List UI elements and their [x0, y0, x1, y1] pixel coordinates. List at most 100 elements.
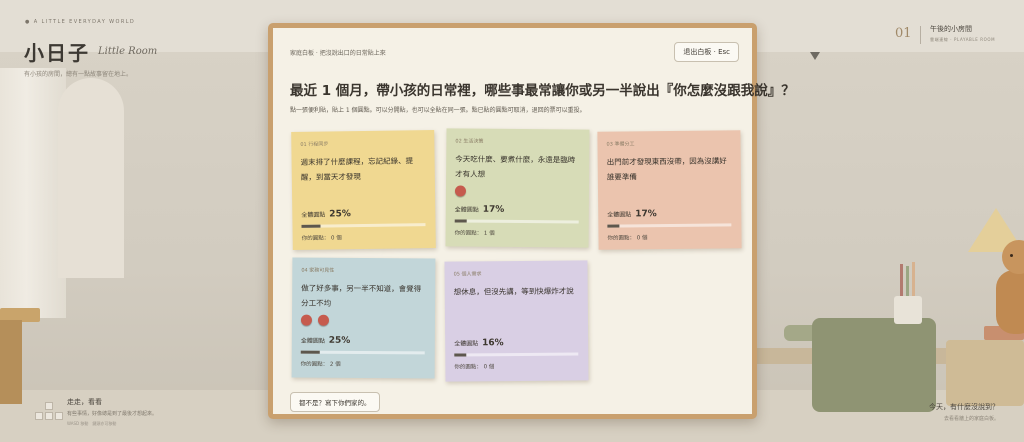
my-dots-readout: 你的圓點： 2 個 [301, 360, 341, 368]
teddy-bear-eye [1010, 254, 1013, 257]
vote-share-fill [300, 350, 320, 354]
note-text: 做了好多事，另一半不知道，會覺得分工不均 [301, 283, 422, 308]
note-text: 想休息，但沒先講，等到快爆炸才說 [453, 286, 574, 297]
room-number: 01 [895, 26, 912, 41]
my-dots-label: 你的圓點： [300, 361, 329, 368]
key-d-icon [55, 412, 63, 420]
total-dots-readout: 全體圓點 16% [454, 338, 504, 348]
exit-whiteboard-button[interactable]: 退出白板 · Esc [674, 42, 739, 62]
key-a-icon [35, 412, 43, 420]
window-arch [58, 78, 124, 278]
total-dots-label: 全體圓點 [607, 211, 632, 219]
my-dots-unit: 個 [335, 361, 341, 368]
my-dots-count: 1 [483, 230, 488, 237]
corner-prompt-title: 今天，有什麼沒說到？ [929, 403, 999, 411]
teddy-bear-head [1002, 240, 1024, 274]
sticky-note-preparation[interactable]: 03 準備分工 出門前才發現東西沒帶，因為沒講好誰要準備 全體圓點 17% 你的… [597, 130, 742, 250]
my-dots-label: 你的圓點： [454, 230, 483, 237]
my-dots-unit: 個 [641, 235, 648, 242]
key-w-icon [45, 402, 53, 410]
total-dots-readout: 全體圓點 17% [454, 204, 505, 215]
note-tag: 04 家務可見性 [301, 267, 335, 274]
placed-dot[interactable] [300, 314, 313, 326]
voting-instructions: 點一張便利貼，貼上 1 個圓點。可以分開貼，也可以全貼在同一張。點已貼的圓點可取… [290, 107, 586, 114]
vote-share-fill [607, 224, 620, 228]
brand-tagline: ● A LITTLE EVERYDAY WORLD [25, 19, 136, 25]
brand-title: 小日子 [24, 41, 90, 65]
total-dots-label: 全體圓點 [300, 337, 325, 345]
total-dots-percent: 16% [482, 338, 504, 349]
note-text: 週末排了什麼課程，忘記紀錄、提醒，到當天才發現 [300, 156, 414, 182]
my-dots-readout: 你的圓點： 0 個 [302, 233, 342, 242]
walk-description: 有些事情，好像總是到了最後才想起來。 [67, 411, 158, 417]
note-text: 出門前才發現東西沒帶，因為沒講好誰要準備 [606, 156, 727, 182]
placed-dot[interactable] [454, 185, 467, 197]
pencil-icon [900, 264, 903, 298]
my-dots-unit: 個 [488, 364, 495, 371]
sticky-note-chores[interactable]: 04 家務可見性 做了好多事，另一半不知道，會覺得分工不均 全體圓點 25% 你… [291, 257, 436, 379]
total-dots-readout: 全體圓點 25% [301, 336, 351, 346]
my-dots-unit: 個 [336, 235, 342, 242]
total-dots-percent: 25% [329, 209, 351, 220]
corner-prompt-subtitle: 去看看牆上的家庭白板。 [943, 416, 999, 422]
vote-share-fill [301, 224, 321, 228]
key-s-icon [45, 412, 53, 420]
room-subtitle: 雲端連線 · PLAYABLE ROOM [930, 37, 996, 42]
note-tag: 05 個人需求 [453, 271, 482, 278]
my-dots-label: 你的圓點： [301, 235, 330, 242]
sticky-note-personal-needs[interactable]: 05 個人需求 想休息，但沒先講，等到快爆炸才說 全體圓點 16% 你的圓點： … [444, 260, 589, 382]
note-tag: 01 行程同步 [300, 141, 329, 148]
sticky-note-decisions[interactable]: 02 生活決策 今天吃什麼、要煮什麼，永遠是臨時才有人想 全體圓點 17% 你的… [445, 128, 590, 248]
note-tag: 02 生活決策 [455, 138, 484, 145]
room-divider [920, 26, 921, 44]
my-dots-readout: 你的圓點： 1 個 [455, 228, 495, 236]
my-dots-readout: 你的圓點： 0 個 [607, 233, 647, 241]
walk-controls-hint: WASD 移動 鍵頭亦可移動 [67, 421, 117, 426]
pencil-icon [906, 266, 909, 298]
total-dots-label: 全體圓點 [454, 340, 479, 348]
vote-share-bar [300, 350, 425, 355]
vote-share-fill [454, 219, 468, 223]
pencil-cup [894, 296, 922, 324]
placed-dots [300, 314, 426, 328]
sticky-note-schedule[interactable]: 01 行程同步 週末排了什麼課程，忘記紀錄、提醒，到當天才發現 全體圓點 25%… [291, 130, 436, 250]
total-dots-label: 全體圓點 [454, 206, 479, 214]
drawer [946, 340, 1024, 406]
movement-keys-icon [35, 402, 63, 420]
note-text: 今天吃什麼、要煮什麼，永遠是臨時才有人想 [455, 154, 576, 179]
my-dots-count: 0 [483, 364, 488, 371]
question-title: 最近 1 個月，帶小孩的日常裡，哪些事最常讓你或另一半說出『你怎麼沒跟我說』？ [290, 83, 795, 99]
my-dots-count: 0 [636, 235, 641, 242]
placed-dot[interactable] [317, 314, 330, 326]
vote-share-bar [301, 223, 426, 228]
vote-share-bar [454, 352, 579, 357]
vote-share-bar [607, 223, 732, 228]
breadcrumb: 家庭白板 · 把沒說出口的日常貼上來 [290, 50, 386, 57]
brand-subtitle: Little Room [98, 46, 158, 57]
vote-share-fill [454, 353, 467, 357]
my-dots-unit: 個 [489, 230, 495, 237]
my-dots-readout: 你的圓點： 0 個 [454, 362, 494, 370]
my-dots-label: 你的圓點： [454, 364, 482, 371]
total-dots-percent: 17% [635, 209, 657, 220]
total-dots-readout: 全體圓點 17% [607, 209, 657, 220]
note-tag: 03 準備分工 [606, 141, 635, 148]
walk-title: 走走，看看 [67, 398, 102, 406]
curtain [0, 68, 66, 318]
brand-description: 有小孩的房間，總有一點故事留在地上。 [24, 71, 133, 78]
pennant-icon [810, 52, 820, 60]
placed-dots [454, 185, 580, 198]
teddy-bear-body [996, 270, 1024, 334]
vote-share-bar [454, 219, 579, 224]
total-dots-label: 全體圓點 [301, 211, 326, 219]
my-dots-label: 你的圓點： [607, 235, 636, 242]
my-dots-count: 0 [330, 235, 335, 242]
room-title: 午後的小房間 [930, 25, 972, 33]
cabinet [0, 320, 22, 404]
write-your-own-button[interactable]: 都不是？寫下你們家的。 [290, 392, 380, 412]
family-whiteboard-modal: 家庭白板 · 把沒說出口的日常貼上來 退出白板 · Esc 最近 1 個月，帶小… [268, 23, 795, 419]
sofa [812, 318, 936, 412]
total-dots-readout: 全體圓點 25% [301, 209, 351, 220]
teddy-bear[interactable] [996, 240, 1024, 336]
total-dots-percent: 25% [328, 335, 351, 346]
